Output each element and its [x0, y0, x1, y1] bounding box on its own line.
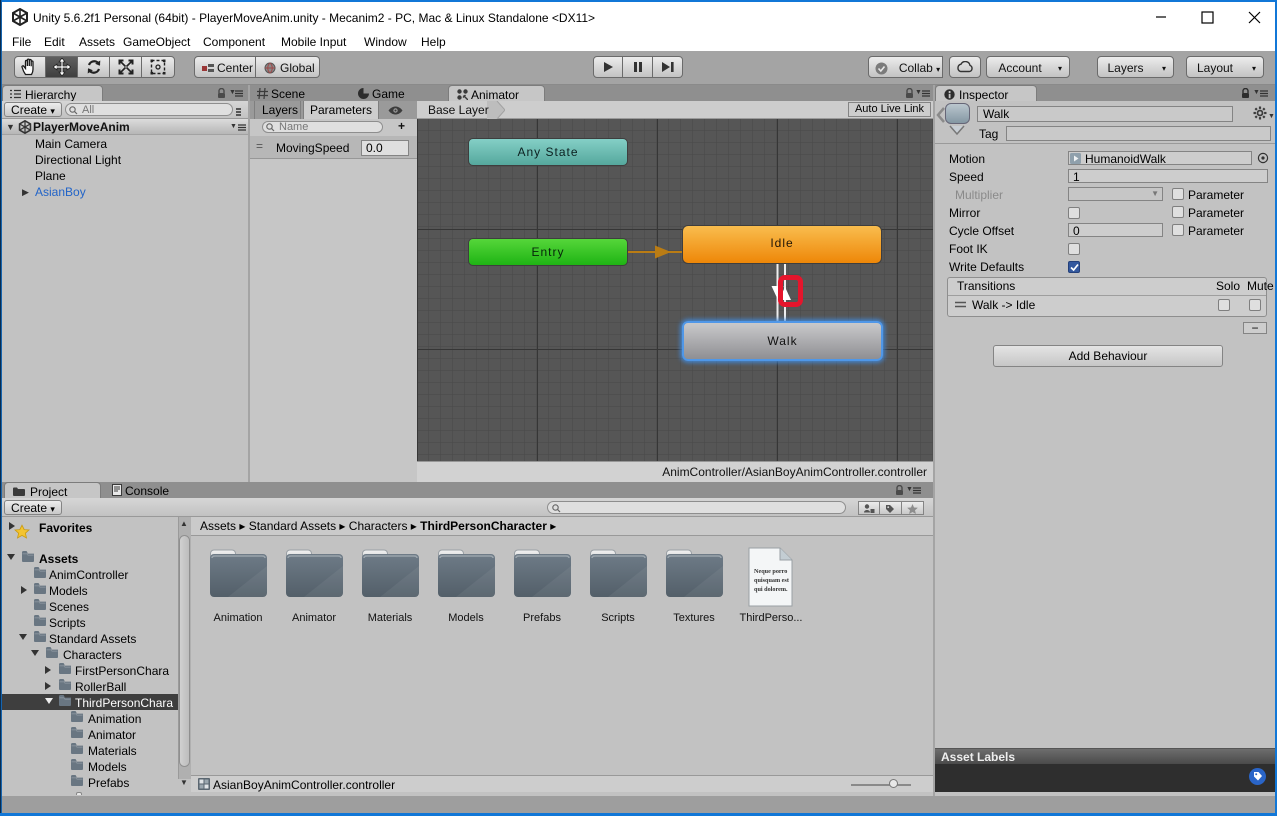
svg-text:Neque porro: Neque porro: [754, 568, 787, 575]
svg-text:quisquam est: quisquam est: [754, 577, 790, 584]
svg-text:qui dolorem.: qui dolorem.: [754, 586, 788, 593]
